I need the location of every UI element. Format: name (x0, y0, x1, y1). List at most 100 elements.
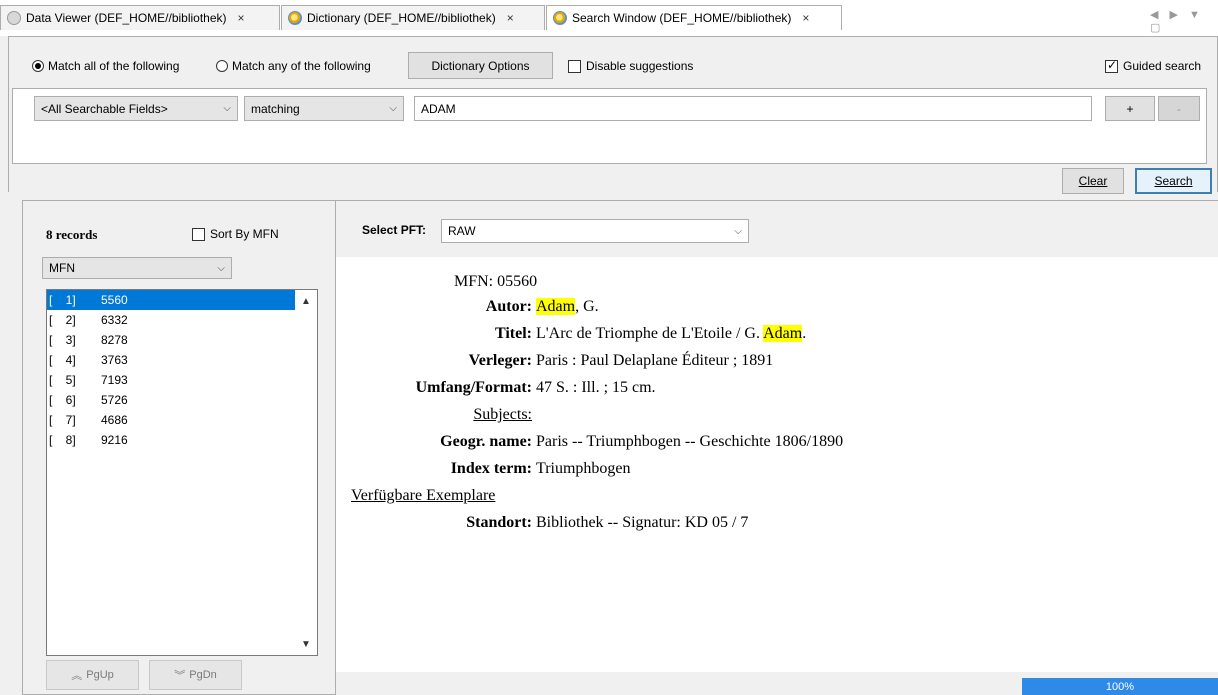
operator-select-value: matching (251, 101, 300, 116)
exemplare-heading: Verfügbare Exemplare (351, 487, 496, 504)
tab-data-viewer[interactable]: Data Viewer (DEF_HOME//bibliothek) × (0, 5, 280, 30)
page-up-label: PgUp (86, 669, 114, 681)
record-list-item[interactable]: [ 8] 9216 (47, 430, 295, 450)
record-display: MFN: 05560 Autor: Adam, G. Titel: L'Arc … (336, 257, 1218, 672)
checkbox-checked-icon (1105, 58, 1118, 73)
record-index: [ 5] (49, 373, 76, 387)
search-button[interactable]: Search (1135, 168, 1212, 194)
page-down-label: PgDn (189, 669, 217, 681)
record-list-item[interactable]: [ 6] 5726 (47, 390, 295, 410)
dictionary-icon (288, 11, 302, 25)
field-select-value: <All Searchable Fields> (41, 101, 168, 116)
tab-navigation-arrows[interactable]: ◀ ▶ ▼ ▢ (1150, 8, 1218, 34)
sort-field-select[interactable]: MFN ⌵ (42, 257, 232, 279)
index-term-label: Index term: (450, 460, 532, 477)
sort-by-mfn-label: Sort By MFN (210, 227, 279, 241)
record-mfn: 9216 (101, 433, 128, 447)
chevron-down-icon: ⌵ (734, 225, 742, 237)
chevron-down-icon: ⌵ (217, 262, 225, 274)
record-list-item[interactable]: [ 5] 7193 (47, 370, 295, 390)
record-mfn: 5726 (101, 393, 128, 407)
index-term-value: Triumphbogen (536, 460, 631, 477)
search-hit-highlight: Adam (763, 325, 803, 342)
standort-label: Standort: (466, 514, 532, 531)
disable-suggestions-checkbox[interactable]: Disable suggestions (568, 59, 693, 73)
guided-search-label: Guided search (1123, 59, 1202, 73)
add-criterion-button[interactable]: + (1105, 96, 1155, 121)
clear-label: Clear (1078, 174, 1108, 188)
double-chevron-down-icon: ︾ (174, 670, 186, 682)
subjects-heading: Subjects: (473, 406, 532, 423)
operator-select[interactable]: matching ⌵ (244, 96, 404, 121)
search-query-input[interactable]: ADAM (414, 96, 1092, 121)
remove-criterion-button[interactable]: - (1158, 96, 1200, 121)
record-index: [ 6] (49, 393, 76, 407)
pft-select[interactable]: RAW ⌵ (441, 219, 749, 243)
scroll-down-icon[interactable]: ▼ (299, 637, 313, 651)
record-index: [ 2] (49, 313, 76, 327)
double-chevron-up-icon: ︽ (71, 670, 83, 682)
dictionary-options-button[interactable]: Dictionary Options (408, 52, 553, 79)
data-viewer-icon (7, 11, 21, 25)
geogr-label: Geogr. name: (440, 433, 532, 450)
close-icon[interactable]: × (238, 11, 245, 25)
disable-suggestions-label: Disable suggestions (586, 59, 694, 73)
scroll-up-icon[interactable]: ▲ (299, 294, 313, 308)
autor-value: Adam, G. (536, 298, 599, 316)
progress-bar: 100% (1022, 678, 1218, 695)
checkbox-icon (192, 227, 205, 241)
titel-end: . (802, 325, 807, 342)
radio-selected-icon (32, 60, 44, 72)
titel-value: L'Arc de Triomphe de L'Etoile / G. Adam. (536, 325, 806, 343)
sort-field-value: MFN (49, 261, 75, 275)
tab-label: Search Window (DEF_HOME//bibliothek) (572, 11, 792, 25)
standort-value: Bibliothek -- Signatur: KD 05 / 7 (536, 514, 749, 531)
field-select[interactable]: <All Searchable Fields> ⌵ (34, 96, 238, 121)
verleger-value: Paris : Paul Delaplane Éditeur ; 1891 (536, 352, 774, 369)
chevron-down-icon: ⌵ (389, 103, 397, 114)
close-icon[interactable]: × (507, 11, 514, 25)
record-index: [ 1] (49, 293, 76, 307)
record-index: [ 4] (49, 353, 76, 367)
tab-bar: Data Viewer (DEF_HOME//bibliothek) × Dic… (0, 0, 1218, 36)
umfang-value: 47 S. : Ill. ; 15 cm. (536, 379, 656, 396)
search-window-icon (553, 11, 567, 25)
record-list-item[interactable]: [ 4] 3763 (47, 350, 295, 370)
pft-value: RAW (448, 224, 476, 238)
search-hit-highlight: Adam (536, 298, 576, 315)
record-mfn: 8278 (101, 333, 128, 347)
search-label: Search (1154, 174, 1193, 188)
record-mfn: 7193 (101, 373, 128, 387)
checkbox-icon (568, 59, 581, 73)
tab-dictionary[interactable]: Dictionary (DEF_HOME//bibliothek) × (281, 5, 545, 30)
record-count: 8 records (46, 227, 98, 242)
sort-by-mfn-checkbox[interactable]: Sort By MFN (192, 227, 279, 241)
record-list-item[interactable]: [ 3] 8278 (47, 330, 295, 350)
page-down-button[interactable]: ︾ PgDn (149, 660, 242, 690)
record-mfn: 3763 (101, 353, 128, 367)
record-mfn: 4686 (101, 413, 128, 427)
verleger-label: Verleger: (468, 352, 532, 369)
record-mfn: 5560 (101, 293, 128, 307)
match-any-label: Match any of the following (232, 59, 371, 73)
select-pft-label: Select PFT: (362, 223, 427, 237)
search-button-strip (9, 165, 1217, 193)
tab-search-window[interactable]: Search Window (DEF_HOME//bibliothek) × (546, 5, 842, 30)
page-up-button[interactable]: ︽ PgUp (46, 660, 139, 690)
close-icon[interactable]: × (802, 11, 809, 25)
tab-label: Data Viewer (DEF_HOME//bibliothek) (26, 11, 227, 25)
match-any-radio[interactable]: Match any of the following (216, 59, 371, 73)
autor-label: Autor: (485, 298, 532, 315)
record-list[interactable]: [ 1] 5560 [ 2] 6332 [ 3] 8278 [ 4] 3763 [ 5] 7193… (46, 289, 318, 656)
match-all-radio[interactable]: Match all of the following (32, 59, 179, 73)
tab-label: Dictionary (DEF_HOME//bibliothek) (307, 11, 496, 25)
titel-label: Titel: (494, 325, 532, 342)
record-list-item[interactable]: [ 7] 4686 (47, 410, 295, 430)
mfn-value: MFN: 05560 (454, 273, 538, 290)
record-mfn: 6332 (101, 313, 128, 327)
titel-text: L'Arc de Triomphe de L'Etoile / G. (536, 325, 760, 342)
record-list-item[interactable]: [ 1] 5560 (47, 290, 295, 310)
guided-search-checkbox[interactable]: Guided search (1105, 58, 1202, 73)
record-list-item[interactable]: [ 2] 6332 (47, 310, 295, 330)
clear-button[interactable]: Clear (1062, 168, 1124, 194)
